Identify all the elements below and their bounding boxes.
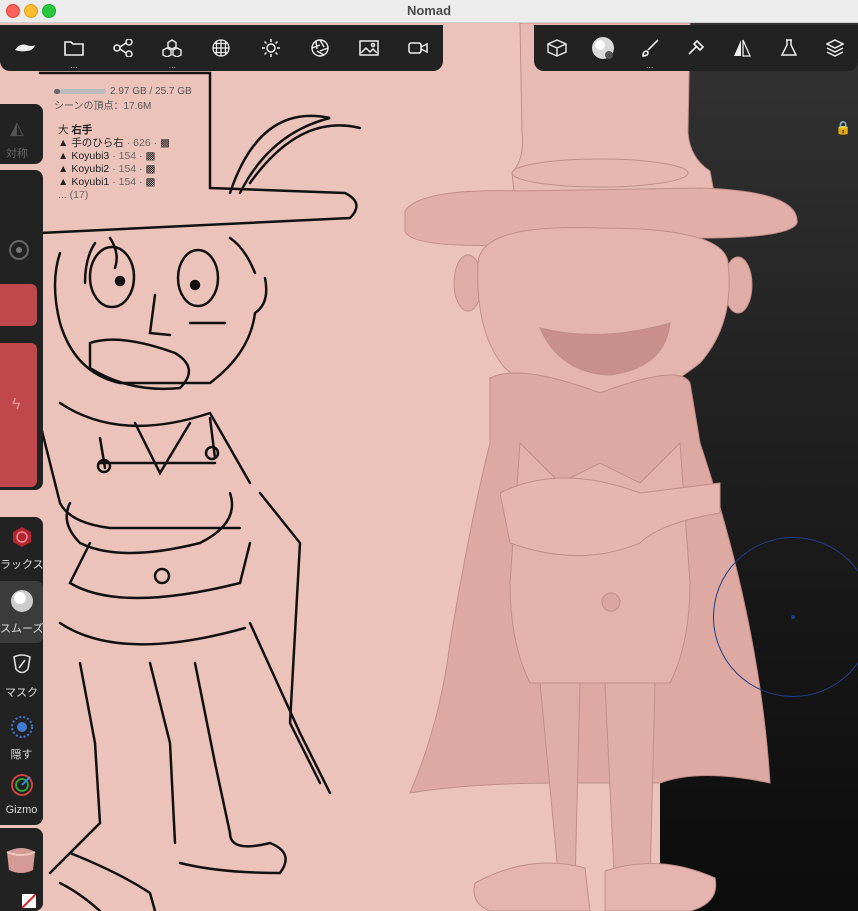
- radius-slider-knob[interactable]: [9, 240, 29, 260]
- top-toolbar-right: ...: [534, 25, 858, 71]
- tool-smooth[interactable]: スムーズ: [0, 581, 43, 643]
- brush-icon[interactable]: ...: [627, 25, 673, 71]
- symmetry-label: 対称: [6, 148, 28, 160]
- tool-hide-label: 隠す: [10, 749, 33, 761]
- gizmo-icon: [10, 774, 33, 796]
- memory-usage: 2.97 GB / 25.7 GB: [110, 86, 192, 97]
- tool-relax-label: ラックス: [0, 559, 44, 571]
- scene-tree: ⼤ 右手 ▲ 手のひら右 · 626 · ▩ ▲ Koyubi3 · 154 ·…: [58, 124, 170, 202]
- scene-tree-item[interactable]: ▲ Koyubi2 · 154 · ▩: [58, 163, 170, 176]
- color-slash-icon: [22, 894, 36, 908]
- material-panel[interactable]: [0, 828, 43, 911]
- symmetry-panel[interactable]: ◭ 対称: [0, 104, 43, 164]
- tool-hide[interactable]: 隠す: [0, 707, 43, 769]
- smooth-brush-icon[interactable]: [580, 25, 626, 71]
- pressure-slider[interactable]: [0, 343, 37, 487]
- scene-tree-item-meta: · 154 ·: [112, 176, 143, 188]
- scene-tree-item[interactable]: ▲ 手のひら右 · 626 · ▩: [58, 137, 170, 150]
- cube-icon[interactable]: [534, 25, 580, 71]
- mask-icon: [12, 654, 31, 674]
- scene-tree-item-meta: · 154 ·: [112, 150, 143, 162]
- tool-gizmo[interactable]: Gizmo: [0, 765, 43, 827]
- scene-tree-item-name: Koyubi1: [71, 176, 110, 188]
- scene-tree-more[interactable]: ... (17): [58, 189, 170, 202]
- brush-center-dot: [791, 615, 795, 619]
- flask-icon[interactable]: [765, 25, 811, 71]
- memory-bar: [54, 88, 106, 94]
- tool-relax[interactable]: ラックス: [0, 517, 44, 579]
- video-icon[interactable]: [394, 25, 443, 71]
- relax-icon: [12, 527, 31, 547]
- symmetry-icon: ◭: [10, 118, 24, 138]
- nomad-logo-icon[interactable]: [0, 25, 49, 71]
- tool-mask-label: マスク: [5, 687, 38, 699]
- sculpted-figure: [404, 23, 798, 911]
- scene-tree-item[interactable]: ▲ Koyubi3 · 154 · ▩: [58, 150, 170, 163]
- tool-smooth-label: スムーズ: [0, 623, 44, 635]
- intensity-slider[interactable]: [0, 284, 37, 326]
- scene-tree-item-meta: · 154 ·: [112, 163, 143, 175]
- sphere-grid-icon[interactable]: [197, 25, 246, 71]
- hide-icon: [10, 716, 33, 738]
- image-icon[interactable]: [345, 25, 394, 71]
- window-titlebar: Nomad: [0, 0, 858, 23]
- mesh-icon[interactable]: ...: [148, 25, 197, 71]
- lightning-icon: ϟ: [12, 396, 21, 413]
- scene-tree-root-label: 右手: [71, 124, 93, 136]
- material-preview-icon: [6, 848, 36, 873]
- aperture-icon[interactable]: [295, 25, 344, 71]
- layers-icon[interactable]: [812, 25, 858, 71]
- window-title: Nomad: [406, 3, 452, 18]
- tool-list-panel: ラックス スムーズ マスク 隠す Gizmo: [0, 517, 44, 827]
- scene-graph-icon[interactable]: [98, 25, 147, 71]
- scene-tree-item-name: Koyubi2: [71, 163, 110, 175]
- top-toolbar-left: ... ...: [0, 25, 443, 71]
- scene-tree-root[interactable]: ⼤ 右手: [58, 124, 170, 137]
- scene-tree-item-name: Koyubi3: [71, 150, 110, 162]
- light-icon[interactable]: [246, 25, 295, 71]
- brush-settings-panel: ϟ: [0, 170, 43, 490]
- memory-bar-fill: [54, 88, 60, 94]
- scene-tree-item-meta: · 626 ·: [126, 137, 158, 149]
- lock-icon[interactable]: 🔒: [835, 120, 851, 136]
- tool-gizmo-label: Gizmo: [5, 804, 38, 816]
- scene-tree-item[interactable]: ▲ Koyubi1 · 154 · ▩: [58, 176, 170, 189]
- memory-stats: 2.97 GB / 25.7 GB シーンの頂点：17.6M: [54, 86, 192, 112]
- folder-icon[interactable]: ...: [49, 25, 98, 71]
- scene-vertices: シーンの頂点：17.6M: [54, 101, 152, 112]
- tool-mask[interactable]: マスク: [0, 645, 43, 707]
- scene-tree-item-name: 手のひら右: [71, 137, 124, 149]
- hammer-icon[interactable]: [673, 25, 719, 71]
- smooth-icon: [10, 590, 33, 612]
- symmetry-icon[interactable]: [719, 25, 765, 71]
